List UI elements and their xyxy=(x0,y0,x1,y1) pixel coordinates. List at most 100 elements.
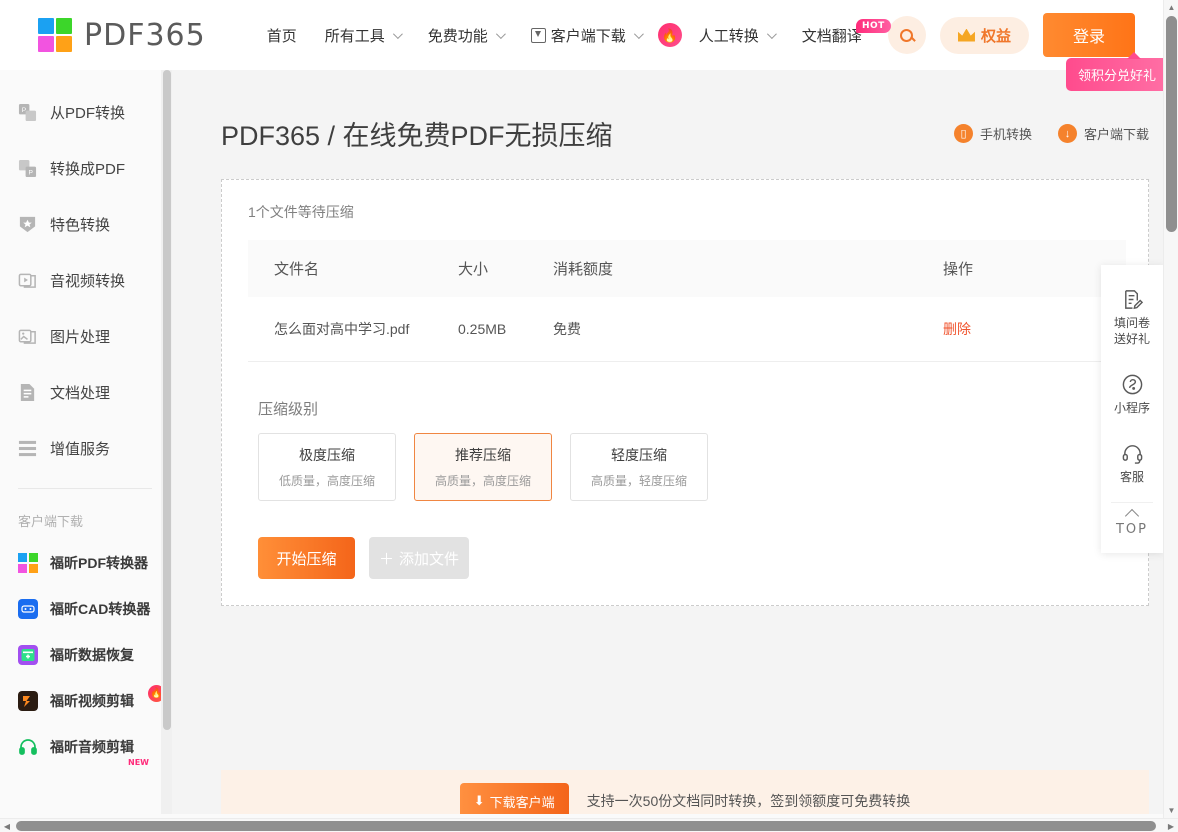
sidebar-app-video-editor[interactable]: 福昕视频剪辑 🔥 xyxy=(0,678,172,724)
chevron-down-icon xyxy=(392,28,403,39)
login-button[interactable]: 登录 xyxy=(1042,13,1135,57)
phone-icon: ▯ xyxy=(953,124,973,143)
sidebar-item-image[interactable]: 图片处理 xyxy=(0,308,172,364)
float-label-line1: 小程序 xyxy=(1113,401,1150,415)
nav-item-manual-conversion[interactable]: 人工转换 xyxy=(686,17,787,54)
sidebar-app-label: 福昕PDF转换器 xyxy=(50,555,148,571)
scroll-down-arrow[interactable]: ▼ xyxy=(1164,803,1178,818)
level-desc: 低质量，高度压缩 xyxy=(278,474,375,488)
fire-icon: 🔥 xyxy=(657,23,682,47)
plus-icon: ＋ xyxy=(378,550,394,568)
chevron-down-icon xyxy=(766,28,777,39)
sidebar-item-value-added[interactable]: 增值服务 xyxy=(0,420,172,476)
download-icon: ⬇ xyxy=(473,793,485,808)
crown-icon xyxy=(957,28,975,42)
chevron-down-icon xyxy=(495,28,506,39)
search-icon xyxy=(900,28,914,42)
banner-text: 支持一次50份文档同时转换，签到领额度可免费转换 xyxy=(586,793,911,809)
horizontal-scrollbar[interactable]: ◀ ▶ xyxy=(0,818,1178,832)
column-header-action: 操作 xyxy=(943,240,1126,297)
nav-label: 文档翻译 xyxy=(801,27,862,45)
scroll-left-arrow[interactable]: ◀ xyxy=(0,819,14,832)
nav-label: 免费功能 xyxy=(427,27,488,45)
level-name: 轻度压缩 xyxy=(611,447,667,463)
sidebar-app-label: 福昕CAD转换器 xyxy=(50,601,151,617)
add-file-button[interactable]: ＋ 添加文件 xyxy=(369,537,469,579)
hot-badge: HOT xyxy=(855,18,891,33)
nav-label: 首页 xyxy=(266,27,297,45)
cell-quota: 免费 xyxy=(553,297,943,362)
cad-app-icon xyxy=(18,599,38,619)
svg-text:P: P xyxy=(28,169,33,176)
sidebar-scrollbar-thumb[interactable] xyxy=(163,70,171,730)
star-shield-icon xyxy=(19,216,36,232)
sidebar-app-data-recovery[interactable]: 福昕数据恢复 xyxy=(0,632,172,678)
nav-item-home[interactable]: 首页 xyxy=(254,17,310,54)
sidebar-app-audio-editor[interactable]: 福昕音频剪辑 NEW xyxy=(0,724,172,770)
nav-item-client-download[interactable]: 客户端下载 xyxy=(518,17,654,54)
vertical-scrollbar-thumb[interactable] xyxy=(1166,16,1177,232)
float-survey-button[interactable]: 填问卷 送好礼 xyxy=(1101,275,1163,360)
headset-icon xyxy=(1122,445,1142,464)
chevron-down-icon xyxy=(633,28,644,39)
table-header-row: 文件名 大小 消耗额度 操作 xyxy=(248,240,1126,297)
vertical-scrollbar[interactable]: ▲ ▼ xyxy=(1163,0,1178,818)
scroll-right-arrow[interactable]: ▶ xyxy=(1164,819,1178,832)
compression-level-options: 极度压缩 低质量，高度压缩 推荐压缩 高质量，高度压缩 轻度压缩 高质量，轻度压… xyxy=(258,433,1126,501)
level-option-light[interactable]: 轻度压缩 高质量，轻度压缩 xyxy=(570,433,708,501)
sidebar-item-from-pdf[interactable]: P 从PDF转换 xyxy=(0,84,172,140)
rights-label: 权益 xyxy=(980,27,1011,45)
sidebar-item-media[interactable]: 音视频转换 xyxy=(0,252,172,308)
start-compress-button[interactable]: 开始压缩 xyxy=(258,537,355,579)
page-title: PDF365 / 在线免费PDF无损压缩 xyxy=(221,121,613,151)
rights-button[interactable]: 权益 xyxy=(939,16,1029,54)
right-float-panel: 填问卷 送好礼 小程序 客服 TOP xyxy=(1101,265,1163,553)
mobile-convert-button[interactable]: ▯ 手机转换 xyxy=(953,124,1032,143)
client-download-button[interactable]: ↓ 客户端下载 xyxy=(1057,124,1149,143)
sidebar-scrollbar-track[interactable] xyxy=(161,70,172,832)
sidebar-item-featured[interactable]: 特色转换 xyxy=(0,196,172,252)
media-icon xyxy=(18,273,36,288)
float-label-line2: 送好礼 xyxy=(1113,332,1150,346)
sidebar-item-document[interactable]: 文档处理 xyxy=(0,364,172,420)
download-icon: ↓ xyxy=(1057,124,1077,143)
add-file-label: 添加文件 xyxy=(399,550,460,568)
level-option-extreme[interactable]: 极度压缩 低质量，高度压缩 xyxy=(258,433,396,501)
scroll-up-arrow[interactable]: ▲ xyxy=(1164,0,1178,15)
back-to-top-button[interactable]: TOP xyxy=(1111,502,1153,547)
site-header: PDF365 首页 所有工具 免费功能 客户端下载 🔥 人工转换 文档翻译 HO… xyxy=(0,0,1163,70)
file-table-body: 怎么面对高中学习.pdf 0.25MB 免费 删除 xyxy=(248,297,1126,362)
nav-label: 人工转换 xyxy=(698,27,759,45)
sidebar-app-label: 福昕音频剪辑 xyxy=(50,739,134,755)
to-pdf-icon: P xyxy=(18,159,37,177)
sidebar-app-pdf-converter[interactable]: 福昕PDF转换器 xyxy=(0,540,172,586)
float-label-line1: 客服 xyxy=(1119,470,1144,484)
sidebar-app-label: 福昕视频剪辑 xyxy=(50,693,134,709)
audio-editor-app-icon xyxy=(19,739,37,755)
document-icon xyxy=(20,383,35,401)
sidebar-item-to-pdf[interactable]: P 转换成PDF xyxy=(0,140,172,196)
left-sidebar: P 从PDF转换 P 转换成PDF 特色转换 音视频转换 图片处理 文档处理 增… xyxy=(0,70,172,832)
level-option-recommended[interactable]: 推荐压缩 高质量，高度压缩 xyxy=(414,433,552,501)
nav-label: 所有工具 xyxy=(324,27,385,45)
miniprogram-icon xyxy=(1122,374,1142,395)
nav-item-all-tools[interactable]: 所有工具 xyxy=(312,17,413,54)
file-table: 文件名 大小 消耗额度 操作 怎么面对高中学习.pdf 0.25MB 免费 删除 xyxy=(248,240,1126,362)
sidebar-item-label: 增值服务 xyxy=(50,440,111,458)
horizontal-scrollbar-thumb[interactable] xyxy=(16,821,1156,831)
nav-item-doc-translate[interactable]: 文档翻译 HOT xyxy=(789,17,891,54)
sidebar-item-label: 特色转换 xyxy=(50,216,111,234)
float-miniprogram-button[interactable]: 小程序 xyxy=(1101,360,1163,429)
float-support-button[interactable]: 客服 xyxy=(1101,429,1163,498)
points-tooltip[interactable]: 领积分兑好礼 xyxy=(1065,52,1168,91)
table-row: 怎么面对高中学习.pdf 0.25MB 免费 删除 xyxy=(248,297,1126,362)
site-logo[interactable]: PDF365 xyxy=(38,18,206,53)
nav-item-free-features[interactable]: 免费功能 xyxy=(415,17,516,54)
main-content: PDF365 / 在线免费PDF无损压缩 ▯ 手机转换 ↓ 客户端下载 1个文件… xyxy=(183,70,1163,832)
delete-file-link[interactable]: 删除 xyxy=(943,321,971,337)
download-box-icon xyxy=(530,27,546,43)
sidebar-app-cad-converter[interactable]: 福昕CAD转换器 xyxy=(0,586,172,632)
card-subtitle: 1个文件等待压缩 xyxy=(248,204,354,220)
logo-grid-icon xyxy=(38,18,72,52)
search-button[interactable] xyxy=(887,16,926,54)
